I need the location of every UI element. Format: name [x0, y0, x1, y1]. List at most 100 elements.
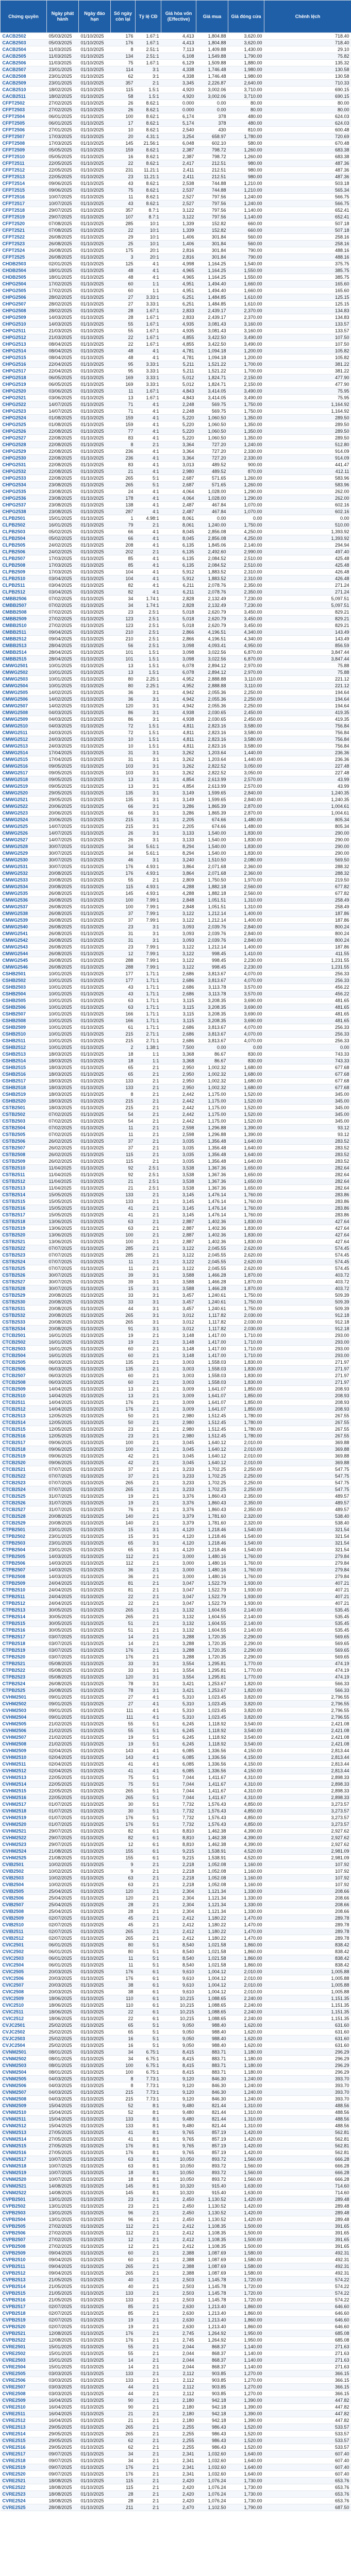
table-row[interactable]: CVHM2516 22/05/2025 01/10/2025 265 5:1 7,044 1… [0, 1794, 351, 1801]
table-row[interactable]: CTCB2528 20/08/2025 01/10/2025 140 2:1 3,379 1… [0, 1513, 351, 1520]
table-row[interactable]: CVHM2512 02/04/2025 01/10/2025 41 4:1 6,085 1,… [0, 1767, 351, 1774]
table-row[interactable]: CHPG2534 23/08/2025 01/10/2025 265 5:1 2,687 5… [0, 481, 351, 488]
table-row[interactable]: CTCB2522 07/07/2025 01/10/2025 37 2:1 3,233 1,… [0, 1472, 351, 1480]
table-row[interactable]: CTPB2510 24/04/2025 01/10/2025 81 2:1 3,047 1,… [0, 1586, 351, 1594]
table-row[interactable]: CTPB2519 03/07/2025 01/10/2025 176 2:1 3,288 1… [0, 1647, 351, 1654]
table-row[interactable]: CMWG2507 14/02/2025 01/10/2025 120 3:1 4,942 2… [0, 702, 351, 709]
table-row[interactable]: CHPG2522 14/07/2025 01/10/2025 71 4:1 2,248 56… [0, 401, 351, 408]
table-row[interactable]: CTPB2501 23/01/2025 01/10/2025 15 3:1 4,120 1,… [0, 1526, 351, 1533]
table-row[interactable]: CVNM2509 15/04/2025 01/10/2025 52 8:1 9,480 82… [0, 2102, 351, 2109]
table-row[interactable]: CMWG2522 20/06/2025 01/10/2025 66 3:1 3,286 1,… [0, 803, 351, 810]
table-row[interactable]: CMWG2532 20/08/2025 01/10/2025 176 4.93:1 3,8… [0, 870, 351, 877]
table-row[interactable]: CSHB2520 18/03/2025 01/10/2025 215 2:1 2,442 1… [0, 1097, 351, 1105]
table-row[interactable]: CFPT2507 17/03/2025 01/10/2025 20 4.31:1 3,25… [0, 133, 351, 140]
table-row[interactable]: CSHB2512 10/01/2025 01/10/2025 2 1.38:1 7,500… [0, 1044, 351, 1051]
table-row[interactable]: CVNM2520 10/07/2025 01/10/2025 18 8:1 10,050 8… [0, 2176, 351, 2183]
table-row[interactable]: CVPB2509 09/04/2025 01/10/2025 60 2:1 2,388 1,… [0, 2249, 351, 2257]
table-row[interactable]: CTPB2522 05/08/2025 01/10/2025 33 3:1 3,554 1,… [0, 1667, 351, 1674]
table-row[interactable]: CMWG2529 30/07/2025 01/10/2025 34 5.61:1 8,29… [0, 850, 351, 857]
table-row[interactable]: CSHB2506 10/01/2025 01/10/2025 63 1.71:1 3,11… [0, 1004, 351, 1011]
table-row[interactable]: CTPB2508 14/03/2025 01/10/2025 36 2:1 3,000 1,… [0, 1573, 351, 1580]
table-row[interactable]: CVNM2516 27/05/2025 01/10/2025 176 8:1 9,765 8… [0, 2149, 351, 2156]
table-row[interactable]: CVPB2507 27/02/2025 01/10/2025 12 2:1 2,412 1,… [0, 2236, 351, 2243]
table-row[interactable]: CTCB2527 31/07/2025 01/10/2025 76 2:1 3,376 1,… [0, 1506, 351, 1513]
table-row[interactable]: CVIB2510 02/07/2025 01/10/2025 45 2:1 2,412 1,… [0, 1921, 351, 1928]
table-row[interactable]: CHPG2507 28/02/2025 01/10/2025 27 3.33:1 6,25… [0, 300, 351, 308]
table-row[interactable]: CTCB2502 16/01/2025 01/10/2025 19 2:1 3,148 1,… [0, 1338, 351, 1346]
table-row[interactable]: CSTB2507 26/02/2025 01/10/2025 37 2:1 3,035 1,… [0, 1144, 351, 1151]
table-row[interactable]: CVNM2517 10/07/2025 01/10/2025 63 8:1 10,050 8… [0, 2156, 351, 2163]
table-row[interactable]: CVNM2513 27/05/2025 01/10/2025 41 8:1 9,765 85… [0, 2129, 351, 2136]
table-row[interactable]: CVIB2508 25/04/2025 01/10/2025 28 2:1 2,304 1,… [0, 1908, 351, 1915]
table-row[interactable]: CTPB2504 23/01/2025 01/10/2025 65 3:1 4,120 1,… [0, 1546, 351, 1553]
table-row[interactable]: CVIB2502 10/02/2025 01/10/2025 9 2:1 2,218 1,0… [0, 1868, 351, 1875]
table-row[interactable]: CSHB2517 18/03/2025 01/10/2025 133 2:1 2,950 1… [0, 1077, 351, 1084]
table-row[interactable]: CVHM2515 22/05/2025 01/10/2025 265 5:1 7,044 1… [0, 1787, 351, 1794]
table-row[interactable]: CTPB2520 03/07/2025 01/10/2025 176 2:1 3,288 1… [0, 1653, 351, 1660]
table-row[interactable]: CVHM2519 01/07/2025 01/10/2025 176 5:1 7,732 1… [0, 1814, 351, 1821]
table-row[interactable]: CMWG2502 10/01/2025 01/10/2025 13 1.5:1 6,078… [0, 669, 351, 676]
table-row[interactable]: CVPB2503 13/01/2025 01/10/2025 96 2:1 2,450 1,… [0, 2209, 351, 2216]
table-row[interactable]: CVNM2510 15/04/2025 01/10/2025 52 8:1 9,480 82… [0, 2109, 351, 2116]
table-row[interactable]: CHPG2527 22/08/2025 01/10/2025 83 4:1 5,220 1,… [0, 434, 351, 442]
table-row[interactable]: CSTB2518 13/06/2025 01/10/2025 63 2:1 2,887 1,… [0, 1218, 351, 1225]
table-row[interactable]: CTCB2519 09/06/2025 01/10/2025 42 2:1 3,045 1,… [0, 1452, 351, 1460]
table-row[interactable]: CTCB2526 31/07/2025 01/10/2025 19 2:1 3,376 1,… [0, 1499, 351, 1506]
table-row[interactable]: CTPB2523 05/08/2025 01/10/2025 120 3:1 3,554 1… [0, 1673, 351, 1681]
table-row[interactable]: CHPG2538 23/08/2025 01/10/2025 287 4:1 2,487 4… [0, 508, 351, 515]
table-row[interactable]: CSTB2502 07/02/2025 01/10/2025 54 2:1 2,442 1,… [0, 1111, 351, 1118]
table-row[interactable]: CSTB2501 18/03/2025 01/10/2025 215 2:1 2,442 1… [0, 1104, 351, 1111]
table-row[interactable]: CVRE2501 15/01/2025 01/10/2025 55 2:1 2,044 86… [0, 2343, 351, 2350]
table-row[interactable]: CVNM2515 27/05/2025 01/10/2025 176 8:1 9,765 8… [0, 2142, 351, 2149]
table-row[interactable]: CLPB2504 05/02/2025 01/10/2025 66 4:1 8,045 2,… [0, 535, 351, 542]
table-row[interactable]: CVHM2501 09/01/2025 01/10/2025 27 4:1 5,310 1,… [0, 1693, 351, 1701]
table-row[interactable]: CSHB2509 10/01/2025 01/10/2025 61 1.71:1 2,68… [0, 1024, 351, 1031]
table-row[interactable]: CVNM2506 04/03/2025 01/10/2025 8 7.73:1 9,120… [0, 2082, 351, 2089]
table-row[interactable]: CTPB2509 24/04/2025 01/10/2025 81 2:1 3,047 1,… [0, 1580, 351, 1587]
table-row[interactable]: CSHB2503 10/01/2025 01/10/2025 43 1.71:1 2,68… [0, 984, 351, 991]
table-row[interactable]: CVJC2503 25/02/2025 01/10/2025 16 5:1 9,050 98… [0, 2035, 351, 2042]
table-row[interactable]: CMWG2513 24/03/2025 01/10/2025 10 1.5:1 4,811… [0, 742, 351, 750]
table-row[interactable]: CVNM2514 27/05/2025 01/10/2025 41 8:1 9,765 85… [0, 2136, 351, 2143]
table-row[interactable]: CHPG2514 08/04/2025 01/10/2025 48 4:1 4,781 1,… [0, 347, 351, 354]
table-row[interactable]: CSHB2510 10/01/2025 01/10/2025 215 2.71:1 2,6… [0, 1030, 351, 1038]
table-row[interactable]: CVJC2502 25/02/2025 01/10/2025 65 5:1 9,050 98… [0, 2028, 351, 2036]
table-row[interactable]: CTPB2503 23/01/2025 01/10/2025 65 3:1 4,120 1,… [0, 1539, 351, 1547]
table-row[interactable]: CTPB2502 23/01/2025 01/10/2025 15 3:1 4,120 1,… [0, 1533, 351, 1540]
table-row[interactable]: CHPG2533 22/08/2025 01/10/2025 265 5:1 2,687 5… [0, 474, 351, 482]
table-row[interactable]: CVNM2512 15/04/2025 01/10/2025 133 8:1 9,480 8… [0, 2122, 351, 2129]
table-row[interactable]: CFPT2520 07/08/2025 01/10/2025 285 10:1 1,339… [0, 220, 351, 227]
table-row[interactable]: CTCB2512 14/04/2025 01/10/2025 176 2:1 3,009 1… [0, 1405, 351, 1413]
table-row[interactable]: CVHM2518 01/07/2025 01/10/2025 30 5:1 7,732 1,… [0, 1807, 351, 1815]
table-row[interactable]: CVRE2522 18/08/2025 01/10/2025 115 2:1 2,420 1… [0, 2484, 351, 2491]
table-row[interactable]: CACB2509 23/01/2025 01/10/2025 357 2:1 3,345 2… [0, 79, 351, 87]
table-row[interactable]: CMWG2536 26/08/2025 01/10/2025 100 7.99:1 2,8… [0, 896, 351, 904]
table-row[interactable]: CTPB2513 30/05/2025 01/10/2025 265 2:1 3,132 1… [0, 1606, 351, 1614]
table-row[interactable]: CVHM2511 02/04/2025 01/10/2025 41 4:1 6,085 1,… [0, 1760, 351, 1768]
table-row[interactable]: CMWG2501 10/01/2025 01/10/2025 13 1.5:1 6,078… [0, 662, 351, 669]
table-row[interactable]: CVIC2508 20/03/2025 01/10/2025 38 6:1 9,610 1,… [0, 1988, 351, 1995]
table-row[interactable]: CTPB2521 05/08/2025 01/10/2025 33 3:1 3,554 1,… [0, 1660, 351, 1667]
table-row[interactable]: CMWG2517 09/05/2025 01/10/2025 103 3:1 3,262 2… [0, 769, 351, 776]
table-row[interactable]: CVHM2523 29/07/2025 01/10/2025 12 6:1 8,810 1,… [0, 1841, 351, 1848]
table-row[interactable]: CSTB2506 26/02/2025 01/10/2025 37 2:1 3,035 1,… [0, 1138, 351, 1145]
table-row[interactable]: CMWG2534 20/08/2025 01/10/2025 115 4.93:1 4,2… [0, 883, 351, 890]
table-row[interactable]: CACB2504 11/03/2025 01/10/2025 8 2.51:1 7,113… [0, 46, 351, 53]
table-row[interactable]: CVIC2505 20/03/2025 01/10/2025 176 6:1 9,610 1… [0, 1968, 351, 1975]
table-row[interactable]: CLPB2507 17/03/2025 01/10/2025 85 4:1 6,135 2,… [0, 555, 351, 562]
table-row[interactable]: CFPT2505 06/01/2025 01/10/2025 17 8.62:1 5,17… [0, 120, 351, 127]
table-row[interactable]: CTPB2507 14/03/2025 01/10/2025 36 2:1 3,000 1,… [0, 1566, 351, 1573]
table-row[interactable]: CVRE2503 15/01/2025 01/10/2025 14 2:1 2,044 86… [0, 2357, 351, 2364]
table-row[interactable]: CVIC2509 18/06/2025 01/10/2025 110 6:1 10,215… [0, 1995, 351, 2002]
table-row[interactable]: CVIB2506 25/04/2025 01/10/2025 120 2:1 2,304 1… [0, 1894, 351, 1902]
table-row[interactable]: CVNM2511 15/04/2025 01/10/2025 133 8:1 9,480 8… [0, 2115, 351, 2123]
table-row[interactable]: CSTB2523 07/07/2025 01/10/2025 285 2:1 3,122 2… [0, 1251, 351, 1259]
table-row[interactable]: CVHM2510 02/04/2025 01/10/2025 143 4:1 6,085 1… [0, 1754, 351, 1761]
table-row[interactable]: CTCB2504 16/01/2025 01/10/2025 60 2:1 3,148 1,… [0, 1352, 351, 1359]
table-row[interactable]: CMBB2513 28/04/2025 01/10/2025 56 2.5:1 3,098… [0, 642, 351, 649]
table-row[interactable]: CTCB2510 14/04/2025 01/10/2025 13 2:1 3,009 1,… [0, 1392, 351, 1399]
table-row[interactable]: CTCB2501 16/01/2025 01/10/2025 19 2:1 3,148 1,… [0, 1332, 351, 1339]
table-row[interactable]: CFPT2522 26/08/2025 01/10/2025 29 10:1 1,406 3… [0, 233, 351, 241]
table-row[interactable]: CHPG2508 28/02/2025 01/10/2025 28 1.67:1 2,83… [0, 307, 351, 314]
table-row[interactable]: CMWG2523 20/06/2025 01/10/2025 66 3:1 3,286 1,… [0, 809, 351, 817]
